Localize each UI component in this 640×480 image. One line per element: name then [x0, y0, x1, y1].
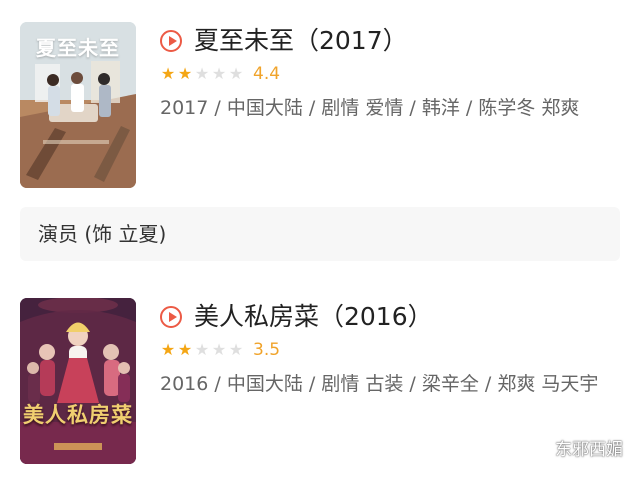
play-circle-icon[interactable]	[160, 30, 182, 52]
rating-stars: ★ ★ ★ ★ ★	[160, 65, 244, 85]
movie-title[interactable]: 美人私房菜（2016）	[194, 300, 433, 334]
wechat-icon	[528, 441, 550, 459]
movie-title[interactable]: 夏至未至（2017）	[194, 24, 408, 58]
movie-poster-xiazhiweizhi[interactable]: 夏至未至	[20, 22, 136, 188]
star-icon: ★	[160, 64, 176, 83]
star-icon: ★	[194, 64, 210, 83]
play-circle-icon[interactable]	[160, 306, 182, 328]
star-icon: ★	[177, 340, 193, 359]
rating-stars: ★ ★ ★ ★ ★	[160, 341, 244, 361]
movie-list-page: 夏至未至 夏至未至（2017） ★ ★ ★ ★ ★ 4.4 2017 / 中国大…	[0, 0, 640, 480]
movie-meta: 2017 / 中国大陆 / 剧情 爱情 / 韩洋 / 陈学冬 郑爽	[160, 97, 580, 119]
star-icon: ★	[228, 64, 244, 83]
movie-card-xiazhiweizhi[interactable]: 夏至未至 夏至未至（2017） ★ ★ ★ ★ ★ 4.4 2017 / 中国大…	[20, 22, 620, 190]
star-icon: ★	[194, 340, 210, 359]
movie-poster-meirensifangcai[interactable]: 美人私房菜	[20, 298, 136, 464]
watermark-text: 东邪西媚	[555, 440, 623, 460]
cast-note-box: 演员 (饰 立夏)	[20, 207, 620, 261]
wechat-watermark: 东邪西媚	[527, 438, 631, 462]
star-icon: ★	[211, 340, 227, 359]
rating-score: 3.5	[253, 340, 281, 360]
poster-title-xiazhiweizhi: 夏至未至	[36, 36, 120, 60]
star-icon: ★	[177, 64, 193, 83]
rating-score: 4.4	[253, 64, 281, 84]
poster-title-meirensifangcai: 美人私房菜	[23, 402, 133, 427]
cast-note: 演员 (饰 立夏)	[38, 222, 167, 246]
movie-meta: 2016 / 中国大陆 / 剧情 古装 / 梁辛全 / 郑爽 马天宇	[160, 373, 599, 395]
star-icon: ★	[211, 64, 227, 83]
poster-illustration	[20, 298, 136, 464]
star-icon: ★	[228, 340, 244, 359]
star-icon: ★	[160, 340, 176, 359]
